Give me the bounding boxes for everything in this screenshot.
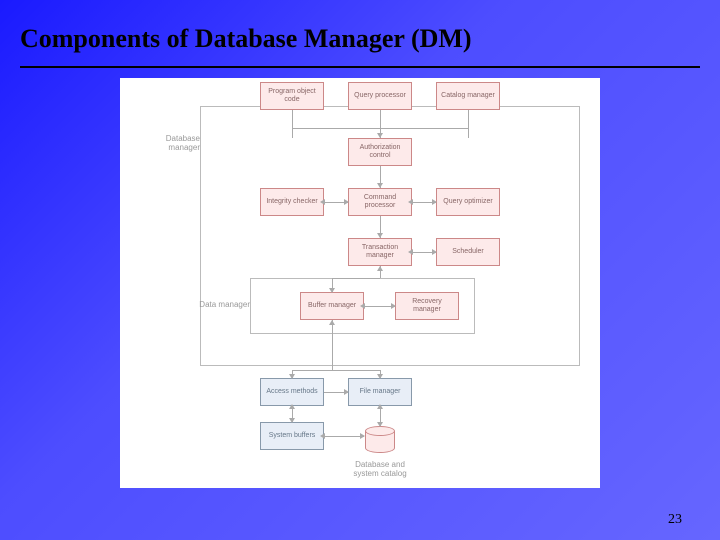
connector (468, 110, 469, 138)
arrow-right-icon (432, 199, 437, 205)
arrow-left-icon (320, 199, 325, 205)
title-underline (20, 66, 700, 68)
connector (324, 436, 364, 437)
arrow-up-icon (377, 404, 383, 409)
connector (332, 320, 333, 370)
title-bar: Components of Database Manager (DM) (0, 0, 720, 62)
box-program-object-code: Program object code (260, 82, 324, 110)
box-query-processor: Query processor (348, 82, 412, 110)
label-cylinder: Database and system catalog (350, 460, 410, 478)
box-command-processor: Command processor (348, 188, 412, 216)
arrow-down-icon (377, 183, 383, 188)
box-integrity-checker: Integrity checker (260, 188, 324, 216)
box-scheduler: Scheduler (436, 238, 500, 266)
arrow-down-icon (377, 422, 383, 427)
connector (292, 128, 380, 129)
box-system-buffers: System buffers (260, 422, 324, 450)
label-database-manager: Database manager (140, 134, 200, 152)
arrow-down-icon (377, 233, 383, 238)
arrow-up-icon (377, 266, 383, 271)
box-catalog-manager: Catalog manager (436, 82, 500, 110)
connector (380, 128, 468, 129)
arrow-right-icon (391, 303, 396, 309)
arrow-down-icon (289, 374, 295, 379)
arrow-up-icon (289, 404, 295, 409)
diagram-area: Database manager Data manager Program ob… (120, 78, 600, 488)
box-buffer-manager: Buffer manager (300, 292, 364, 320)
arrow-down-icon (289, 418, 295, 423)
label-data-manager: Data manager (190, 300, 250, 309)
arrow-down-icon (377, 133, 383, 138)
arrow-right-icon (344, 389, 349, 395)
arrow-down-icon (377, 374, 383, 379)
page-number: 23 (668, 512, 682, 528)
box-authorization-control: Authorization control (348, 138, 412, 166)
arrow-right-icon (360, 433, 365, 439)
box-access-methods: Access methods (260, 378, 324, 406)
connector (292, 110, 293, 138)
box-recovery-manager: Recovery manager (395, 292, 459, 320)
arrow-left-icon (408, 199, 413, 205)
arrow-left-icon (360, 303, 365, 309)
database-cylinder-icon (365, 426, 395, 456)
page-title: Components of Database Manager (DM) (20, 24, 700, 54)
connector (292, 370, 380, 371)
connector (332, 278, 380, 279)
arrow-left-icon (408, 249, 413, 255)
box-query-optimizer: Query optimizer (436, 188, 500, 216)
box-file-manager: File manager (348, 378, 412, 406)
arrow-up-icon (329, 320, 335, 325)
arrow-left-icon (320, 433, 325, 439)
arrow-right-icon (344, 199, 349, 205)
arrow-right-icon (432, 249, 437, 255)
box-transaction-manager: Transaction manager (348, 238, 412, 266)
arrow-down-icon (329, 288, 335, 293)
